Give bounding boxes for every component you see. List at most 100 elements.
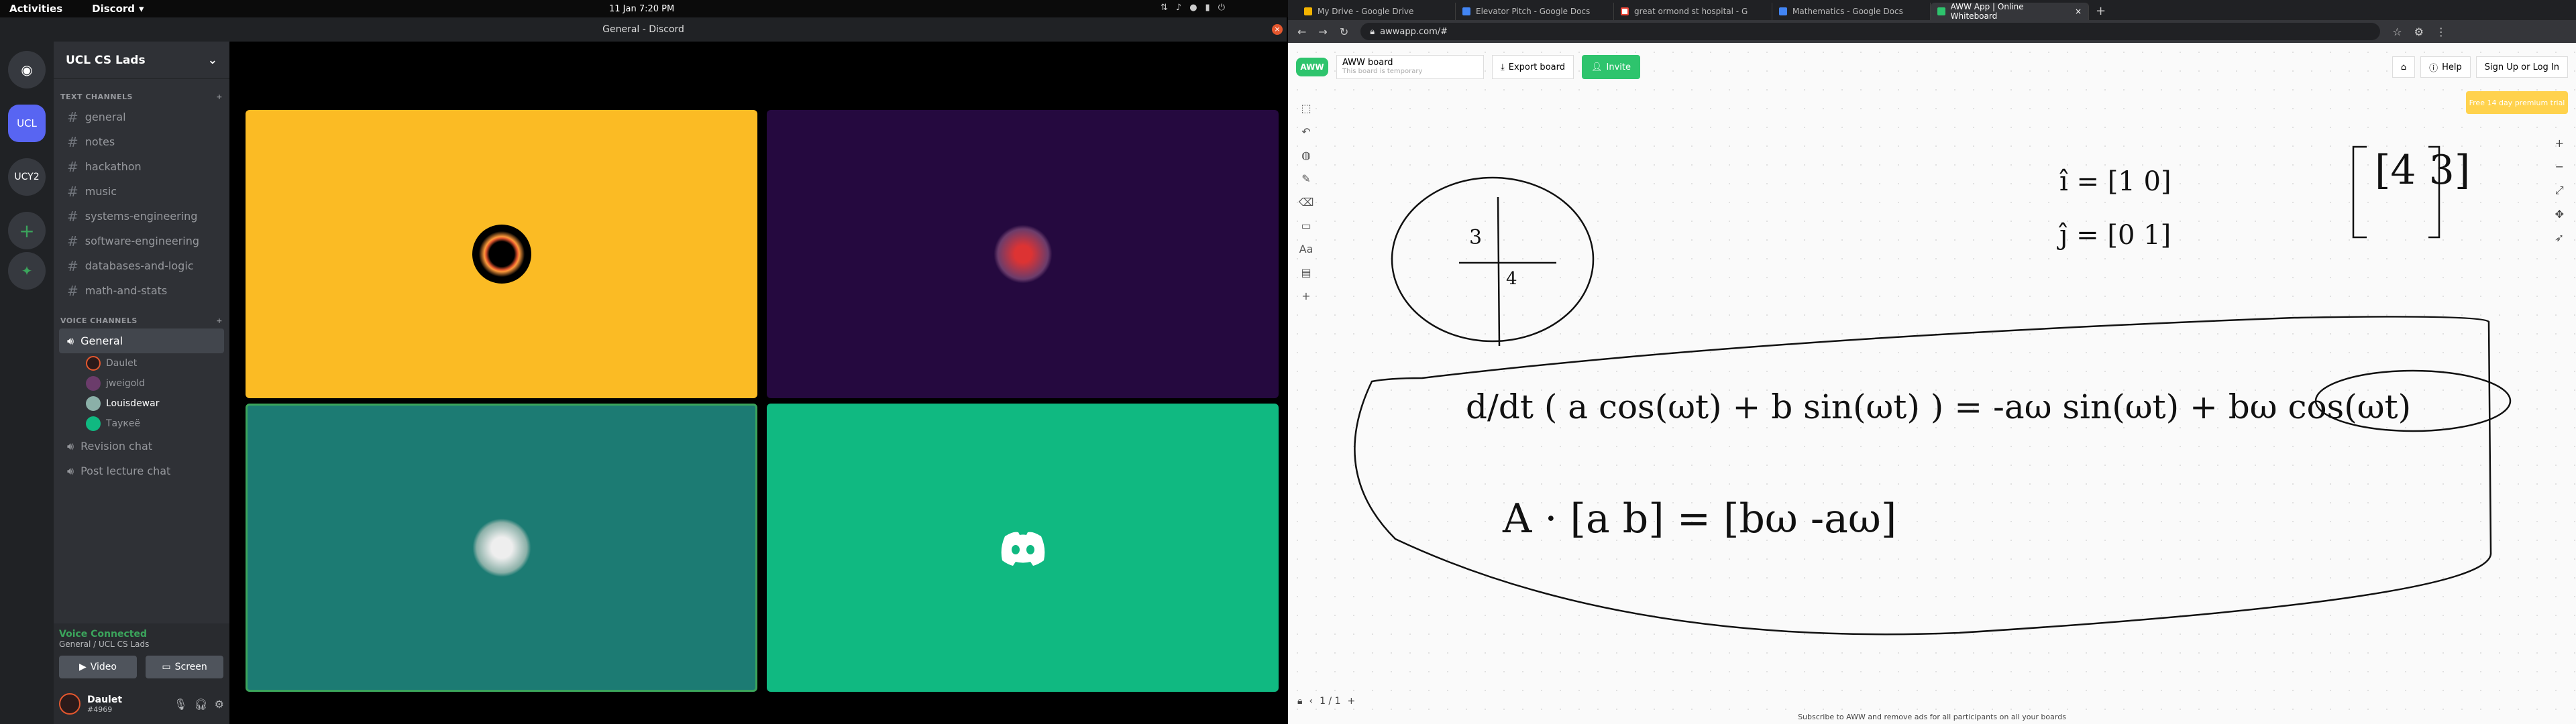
- menu-icon[interactable]: ⋮: [2436, 25, 2447, 38]
- voice-user[interactable]: Louisdewar: [54, 394, 229, 414]
- video-tile-louisdewar[interactable]: [246, 404, 757, 692]
- chrome-window: My Drive - Google Drive Elevator Pitch -…: [1288, 0, 2576, 724]
- add-channel-icon[interactable]: +: [216, 316, 223, 325]
- url-field[interactable]: 🔒︎ awwapp.com/#: [1360, 23, 2381, 40]
- avatar: [86, 416, 101, 431]
- close-icon[interactable]: ×: [2075, 7, 2082, 16]
- server-icon-ucl[interactable]: UCL: [8, 105, 46, 142]
- tab-drive[interactable]: My Drive - Google Drive: [1297, 3, 1456, 20]
- hash-icon: #: [67, 133, 78, 150]
- tab-aww[interactable]: AWW App | Online Whiteboard ×: [1931, 2, 2089, 21]
- video-tile-jweigold[interactable]: [767, 110, 1279, 398]
- voice-user[interactable]: Таукеё: [54, 414, 229, 434]
- channel-databases-and-logic[interactable]: # databases-and-logic: [54, 253, 229, 278]
- volume-icon: ♪: [1175, 3, 1182, 13]
- add-page-icon[interactable]: +: [1348, 696, 1356, 707]
- channel-label: notes: [85, 135, 115, 148]
- clock[interactable]: 11 Jan 7:20 PM: [609, 4, 674, 14]
- voice-channel-general[interactable]: 🔊︎ General: [59, 328, 224, 353]
- add-server-icon[interactable]: +: [8, 212, 46, 249]
- voice-user[interactable]: Daulet: [54, 353, 229, 373]
- video-tile-user4[interactable]: [767, 404, 1279, 692]
- channel-math-and-stats[interactable]: # math-and-stats: [54, 278, 229, 303]
- docs-icon: [1779, 7, 1787, 15]
- screen-icon: ▭: [162, 662, 171, 672]
- mic-icon[interactable]: 🎙︎: [174, 698, 187, 711]
- avatar: [86, 376, 101, 391]
- voice-user-name: Louisdewar: [106, 398, 160, 409]
- voice-location[interactable]: General / UCL CS Lads: [59, 640, 224, 649]
- app-menu-label: Discord: [92, 3, 136, 15]
- voice-channel-revision[interactable]: 🔊︎ Revision chat: [54, 434, 229, 459]
- username: Daulet: [87, 694, 123, 705]
- add-channel-icon[interactable]: +: [216, 93, 223, 101]
- channel-general[interactable]: # general: [54, 105, 229, 129]
- j-hat-equation: ĵ = [0 1]: [2057, 220, 2171, 251]
- prev-page-icon[interactable]: ‹: [1309, 696, 1313, 707]
- server-name: UCL CS Lads: [66, 53, 146, 67]
- video-tile-daulet[interactable]: [246, 110, 757, 398]
- discord-home-icon[interactable]: ◉: [8, 51, 46, 88]
- voice-user[interactable]: jweigold: [54, 373, 229, 394]
- hash-icon: #: [67, 208, 78, 225]
- voice-user-name: jweigold: [106, 378, 146, 389]
- gear-icon[interactable]: ⚙: [215, 698, 224, 711]
- handwritten-math: î = [1 0] ĵ = [0 1] [4 3] 3 4 d/dt ( a c…: [1466, 147, 2470, 542]
- voice-category-label: VOICE CHANNELS: [60, 316, 138, 325]
- tab-docs-pitch[interactable]: Elevator Pitch - Google Docs: [1456, 3, 1614, 20]
- tab-docs-maths[interactable]: Mathematics - Google Docs: [1772, 3, 1931, 20]
- hash-icon: #: [67, 158, 78, 175]
- avatar[interactable]: [59, 693, 80, 715]
- channel-label: databases-and-logic: [85, 259, 194, 272]
- forward-icon[interactable]: →: [1318, 25, 1327, 38]
- channel-label: general: [85, 111, 126, 123]
- channel-software-engineering[interactable]: # software-engineering: [54, 229, 229, 253]
- reload-icon[interactable]: ↻: [1340, 25, 1348, 38]
- tab-google-search[interactable]: great ormond st hospital - G: [1614, 3, 1772, 20]
- channel-label: music: [85, 185, 117, 198]
- system-tray[interactable]: ⇅ ♪ ● ▮ ⏻: [1161, 3, 1225, 13]
- mic-icon: ●: [1189, 3, 1197, 13]
- text-category-label: TEXT CHANNELS: [60, 92, 133, 101]
- channel-label: software-engineering: [85, 235, 199, 247]
- close-icon[interactable]: ×: [1272, 24, 1283, 35]
- channel-music[interactable]: # music: [54, 179, 229, 204]
- hash-icon: #: [67, 233, 78, 249]
- extensions-icon[interactable]: ⚙: [2414, 25, 2424, 38]
- whiteboard[interactable]: AWW AWW board This board is temporary ⤓ Ex…: [1288, 43, 2576, 724]
- aww-icon: [1937, 7, 1945, 15]
- battery-icon: ▮: [1205, 3, 1210, 13]
- voice-category[interactable]: VOICE CHANNELS +: [54, 312, 229, 328]
- explore-icon[interactable]: ✦: [8, 252, 46, 290]
- channel-notes[interactable]: # notes: [54, 129, 229, 154]
- circle-label-3: 3: [1469, 226, 1482, 249]
- new-tab-button[interactable]: +: [2096, 3, 2106, 20]
- star-icon[interactable]: ☆: [2392, 25, 2402, 38]
- screen-button[interactable]: ▭ Screen: [146, 656, 224, 678]
- avatar: [993, 225, 1053, 284]
- back-icon[interactable]: ←: [1297, 25, 1306, 38]
- channel-systems-engineering[interactable]: # systems-engineering: [54, 204, 229, 229]
- chevron-down-icon: ⌄: [207, 53, 217, 67]
- activities-button[interactable]: Activities: [9, 3, 62, 15]
- google-icon: [1621, 7, 1629, 15]
- server-icon-ucy2[interactable]: UCY2: [8, 158, 46, 196]
- page-number: 1 / 1: [1320, 696, 1341, 707]
- avatar: [86, 396, 101, 411]
- headphones-icon[interactable]: 🎧︎: [194, 698, 207, 711]
- voice-channel-post-lecture[interactable]: 🔊︎ Post lecture chat: [54, 459, 229, 483]
- channel-label: General: [80, 335, 123, 347]
- app-menu[interactable]: Discord ▾: [92, 3, 144, 15]
- channel-hackathon[interactable]: # hackathon: [54, 154, 229, 179]
- video-label: Video: [90, 662, 117, 672]
- avatar: [86, 356, 101, 371]
- lock-icon: 🔒︎: [1370, 26, 1375, 37]
- ad-banner[interactable]: Subscribe to AWW and remove ads for all …: [1288, 713, 2576, 721]
- text-category[interactable]: TEXT CHANNELS +: [54, 88, 229, 105]
- discord-window: General - Discord × ◉ UCL UCY2 + ✦ UCL CS…: [0, 17, 1287, 724]
- server-header[interactable]: UCL CS Lads ⌄: [54, 42, 229, 79]
- video-button[interactable]: ▶ Video: [59, 656, 137, 678]
- server-list: ◉ UCL UCY2 + ✦: [0, 42, 54, 724]
- lock-icon[interactable]: 🔒︎: [1297, 696, 1302, 707]
- channel-label: Post lecture chat: [80, 465, 171, 477]
